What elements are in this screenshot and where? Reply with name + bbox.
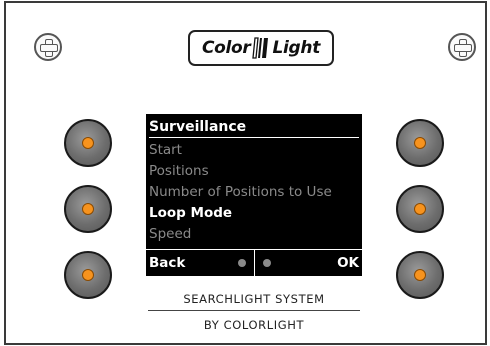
screw-icon-left [34,33,62,61]
screw-icon-right [448,33,476,61]
softkey-back-label: Back [149,255,186,271]
lcd-display: Surveillance Start Positions Number of P… [146,114,362,276]
right-soft-button-1[interactable] [396,119,444,167]
indicator-light-icon [82,137,94,149]
logo-text-light: Light [272,38,321,58]
softkey-dot-icon [237,259,246,267]
menu-item-number-of-positions[interactable]: Number of Positions to Use [149,182,359,203]
right-soft-button-2[interactable] [396,185,444,233]
menu-item-positions[interactable]: Positions [149,161,359,182]
left-soft-button-3[interactable] [64,251,112,299]
menu-item-start[interactable]: Start [149,140,359,161]
indicator-light-icon [414,203,426,215]
softkey-ok[interactable]: OK [253,250,363,276]
softkey-dot-icon [262,259,271,267]
right-soft-button-3[interactable] [396,251,444,299]
menu-list: Start Positions Number of Positions to U… [149,140,359,245]
menu-item-speed[interactable]: Speed [149,224,359,245]
softkey-back[interactable]: Back [146,250,254,276]
brand-title: SEARCHLIGHT SYSTEM [183,292,325,306]
screen-title: Surveillance [149,117,359,138]
softkey-bar: Back OK [146,249,362,276]
left-soft-button-1[interactable] [64,119,112,167]
brand-divider [148,310,360,311]
left-soft-button-2[interactable] [64,185,112,233]
indicator-light-icon [82,203,94,215]
indicator-light-icon [414,269,426,281]
menu-item-loop-mode[interactable]: Loop Mode [149,203,359,224]
indicator-light-icon [414,137,426,149]
logo-bars-icon [252,37,270,59]
colorlight-logo: Color Light [188,30,334,66]
brand-subtitle: BY COLORLIGHT [203,318,305,332]
logo-text-color: Color [201,38,251,58]
indicator-light-icon [82,269,94,281]
softkey-ok-label: OK [337,255,359,271]
